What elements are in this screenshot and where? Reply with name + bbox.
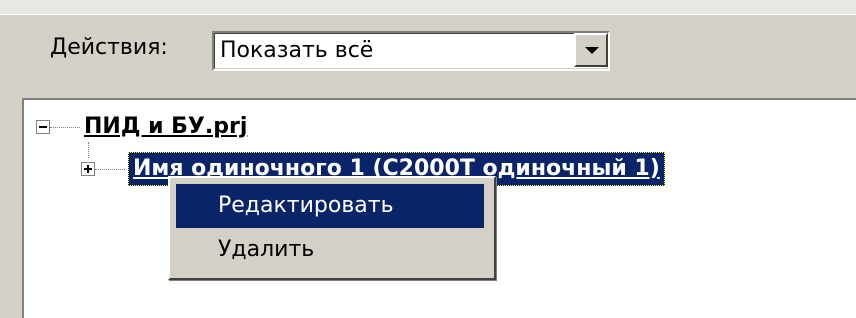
tree-connector [88, 142, 90, 158]
tree-connector [50, 127, 80, 129]
tree-connector [95, 169, 125, 171]
plus-icon-vertical [87, 165, 89, 173]
menu-item-delete[interactable]: Удалить [176, 228, 484, 272]
context-menu: Редактировать Удалить [168, 176, 496, 280]
dropdown-selected-value: Показать всё [220, 38, 374, 63]
chevron-down-icon [585, 47, 599, 54]
minus-icon [39, 126, 47, 128]
actions-label: Действия: [50, 35, 168, 60]
expand-child-button[interactable] [81, 162, 95, 176]
tree-root-project[interactable]: ПИД и БУ.prj [84, 114, 247, 139]
actions-toolbar: Действия: Показать всё [0, 15, 856, 95]
actions-filter-dropdown[interactable]: Показать всё [212, 31, 610, 71]
dropdown-arrow-button[interactable] [574, 33, 608, 67]
panel-top-border [0, 0, 856, 15]
collapse-root-button[interactable] [36, 120, 50, 134]
menu-item-edit[interactable]: Редактировать [176, 184, 484, 228]
